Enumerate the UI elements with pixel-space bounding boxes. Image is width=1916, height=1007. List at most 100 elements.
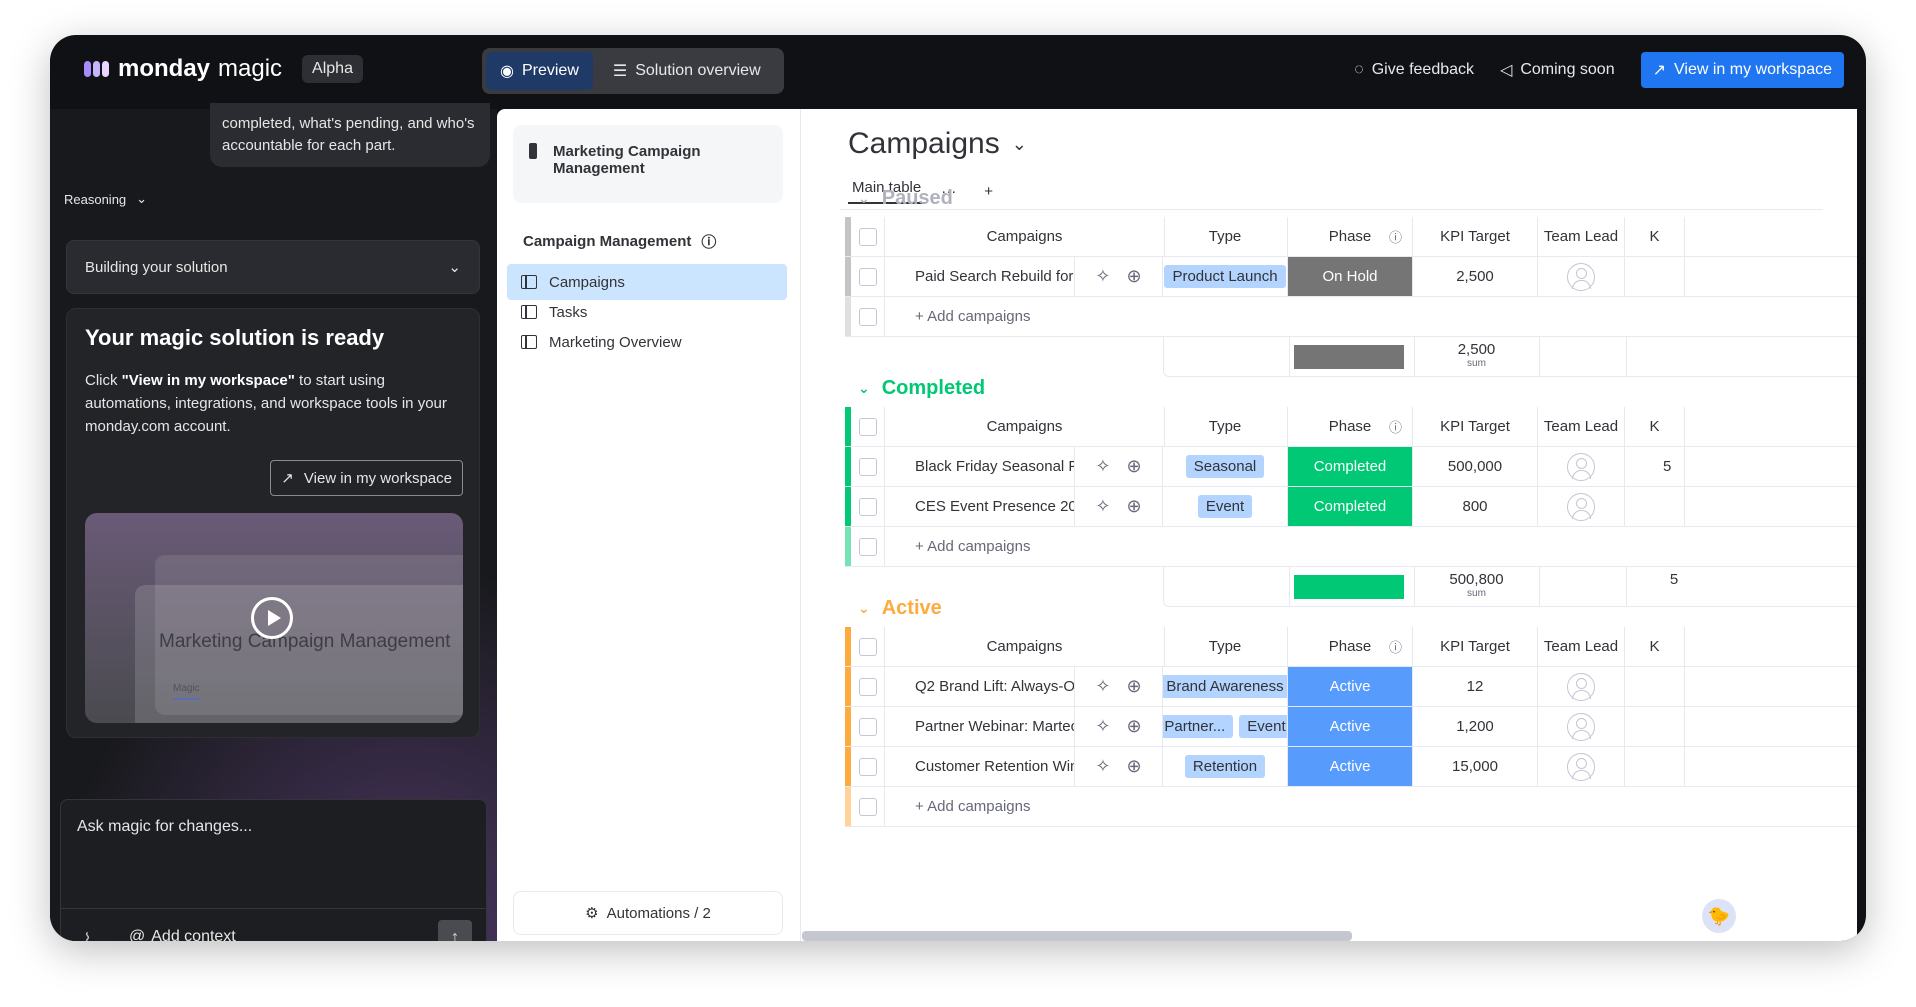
team-lead-cell[interactable] [1538,447,1625,486]
team-lead-cell[interactable] [1538,257,1625,296]
row-checkbox-cell[interactable] [851,707,885,746]
type-cell[interactable]: Brand Awareness [1163,667,1288,706]
type-cell[interactable]: Partner... Event [1163,707,1288,746]
paperclip-icon[interactable]: ⌇ [83,930,92,941]
row-checkbox-cell[interactable] [851,627,885,666]
type-cell[interactable]: Product Launch [1163,257,1288,296]
checkbox[interactable] [858,457,877,476]
preview-button[interactable]: ◉ Preview [486,52,593,90]
campaign-name-cell[interactable]: Black Friday Seasonal Pro... [885,447,1075,486]
row-checkbox-cell[interactable] [851,407,885,446]
row-checkbox-cell[interactable] [851,747,885,786]
checkbox[interactable] [858,757,877,776]
type-cell[interactable]: Retention [1163,747,1288,786]
send-button[interactable]: ↑ [438,920,472,941]
add-update-icon[interactable]: ⊕1 [1127,756,1142,777]
campaign-name-cell[interactable]: Partner Webinar: Martec... [885,707,1075,746]
checkbox[interactable] [858,797,877,816]
ask-magic-box[interactable]: Ask magic for changes... ⌇ @ Add context … [60,799,487,941]
campaign-name-cell[interactable]: Q2 Brand Lift: Always-O... [885,667,1075,706]
add-campaigns-button[interactable]: + Add campaigns [885,787,1785,826]
sparkle-icon[interactable]: ✧ [1095,756,1110,777]
video-preview[interactable]: Marketing Campaign Management Magic [85,513,463,723]
row-checkbox-cell[interactable] [851,217,885,256]
add-update-icon[interactable]: ⊕ [1127,266,1142,287]
add-update-icon[interactable]: ⊕ [1127,456,1142,477]
phase-status-cell[interactable]: Active [1288,667,1413,706]
add-campaigns-button[interactable]: + Add campaigns [885,527,1785,566]
row-checkbox-cell[interactable] [851,257,885,296]
checkbox[interactable] [858,717,877,736]
checkbox[interactable] [858,677,877,696]
type-cell[interactable]: Seasonal [1163,447,1288,486]
add-view-icon[interactable]: + [984,183,993,200]
avatar[interactable] [1567,492,1595,521]
avatar[interactable] [1567,752,1595,781]
add-row[interactable]: + Add campaigns [845,297,1857,337]
play-icon[interactable] [251,597,293,639]
phase-status-cell[interactable]: Completed [1288,487,1413,526]
sparkle-icon[interactable]: ✧ [1095,716,1110,737]
automations-button[interactable]: ⚙ Automations / 2 [513,891,783,935]
group-header[interactable]: ⌄ Active [858,597,942,620]
coming-soon-link[interactable]: ◁ Coming soon [1500,60,1615,80]
assistant-avatar[interactable]: 🐤 [1702,899,1736,933]
add-update-icon[interactable]: ⊕1 [1127,676,1142,697]
solution-overview-button[interactable]: ☰ Solution overview [599,52,775,90]
row-checkbox-cell[interactable] [851,787,885,826]
chevron-down-icon[interactable]: ⌄ [858,380,870,397]
view-in-workspace-button[interactable]: ↗ View in my workspace [1640,52,1844,88]
kpi-target-cell[interactable]: 500,000 [1413,447,1538,486]
phase-status-cell[interactable]: Active [1288,747,1413,786]
type-cell[interactable]: Event [1163,487,1288,526]
chevron-down-icon[interactable]: ⌄ [858,190,870,207]
avatar[interactable] [1567,672,1595,701]
row-checkbox-cell[interactable] [851,667,885,706]
team-lead-cell[interactable] [1538,747,1625,786]
nav-item-marketing-overview[interactable]: Marketing Overview [507,324,787,360]
kpi-target-cell[interactable]: 800 [1413,487,1538,526]
sparkle-icon[interactable]: ✧ [1095,266,1110,287]
info-icon[interactable]: ⓘ [1389,227,1402,246]
group-header[interactable]: ⌄ Paused [858,187,953,210]
checkbox[interactable] [858,637,877,656]
info-icon[interactable]: ⓘ [1389,417,1402,436]
kpi-target-cell[interactable]: 2,500 [1413,257,1538,296]
campaign-name-cell[interactable]: CES Event Presence 202... [885,487,1075,526]
checkbox[interactable] [858,307,877,326]
give-feedback-link[interactable]: ◌ Give feedback [1354,61,1474,79]
avatar[interactable] [1567,452,1595,481]
ask-input[interactable]: Ask magic for changes... [77,818,252,836]
row-checkbox-cell[interactable] [851,297,885,336]
kpi-target-cell[interactable]: 1,200 [1413,707,1538,746]
row-checkbox-cell[interactable] [851,447,885,486]
chevron-down-icon[interactable]: ⌄ [858,600,870,617]
avatar[interactable] [1567,712,1595,741]
ready-view-workspace-button[interactable]: ↗ View in my workspace [270,460,463,496]
checkbox[interactable] [858,537,877,556]
reasoning-toggle[interactable]: Reasoning ⌄ [64,191,147,207]
add-update-icon[interactable]: ⊕ [1127,496,1142,517]
checkbox[interactable] [858,267,877,286]
add-row[interactable]: + Add campaigns [845,527,1857,567]
kpi-target-cell[interactable]: 12 [1413,667,1538,706]
team-lead-cell[interactable] [1538,707,1625,746]
info-icon[interactable]: ⓘ [1389,637,1402,656]
row-checkbox-cell[interactable] [851,527,885,566]
sparkle-icon[interactable]: ✧ [1095,676,1110,697]
campaign-name-cell[interactable]: Paid Search Rebuild for L... [885,257,1075,296]
sparkle-icon[interactable]: ✧ [1095,456,1110,477]
phase-status-cell[interactable]: Active [1288,707,1413,746]
kpi-target-cell[interactable]: 15,000 [1413,747,1538,786]
avatar[interactable] [1567,262,1595,291]
team-lead-cell[interactable] [1538,487,1625,526]
row-checkbox-cell[interactable] [851,487,885,526]
sparkle-icon[interactable]: ✧ [1095,496,1110,517]
campaign-name-cell[interactable]: Customer Retention Win... [885,747,1075,786]
workspace-header[interactable]: Marketing Campaign Management [513,125,783,203]
horizontal-scrollbar[interactable] [802,931,1352,941]
building-solution-dropdown[interactable]: Building your solution ⌄ [66,240,480,294]
checkbox[interactable] [858,227,877,246]
board-title[interactable]: Campaigns ⌄ [848,127,1027,161]
add-context-button[interactable]: @ Add context [129,928,236,941]
